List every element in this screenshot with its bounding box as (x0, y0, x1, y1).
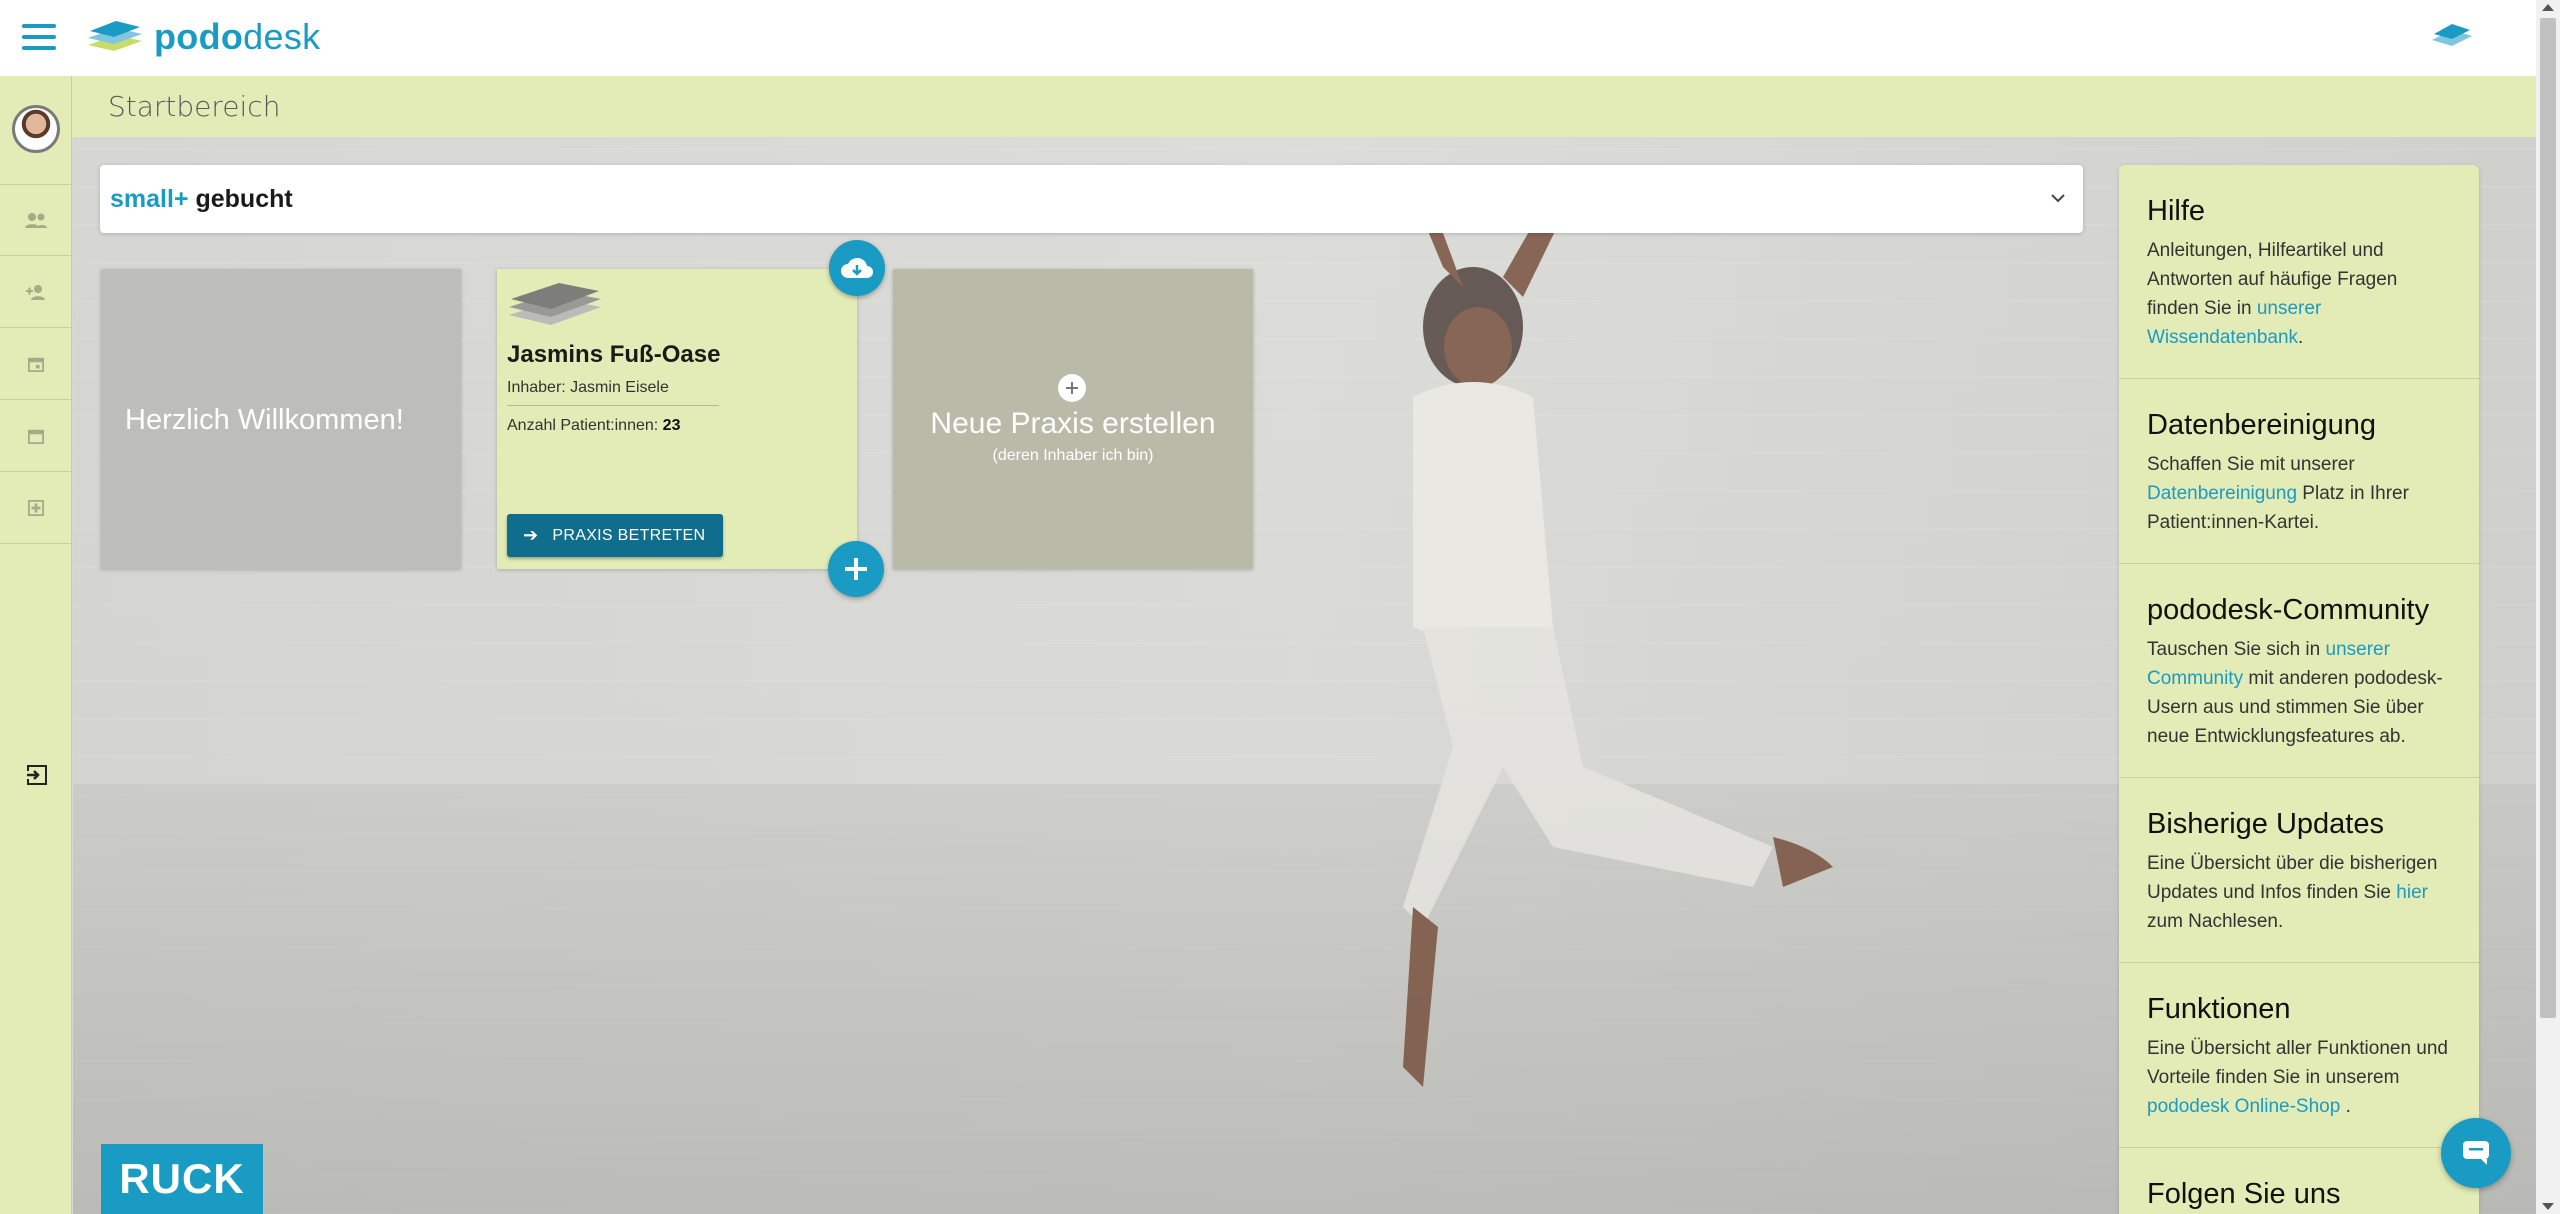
new-practice-title: Neue Praxis erstellen (930, 407, 1216, 440)
plus-icon (845, 558, 867, 580)
help-text: Eine Übersicht aller Funktionen und Vort… (2147, 1038, 2449, 1117)
rail-item-calendar[interactable] (0, 400, 72, 472)
ruck-logo-text: RUCK (119, 1155, 245, 1202)
menu-icon[interactable] (22, 24, 56, 50)
pododesk-small-logo-icon[interactable] (2430, 20, 2474, 55)
scrollbar-thumb[interactable] (2540, 18, 2556, 1018)
help-text: Schaffen Sie mit unserer Datenbereinigun… (2147, 454, 2409, 533)
logo-text: pododesk (154, 16, 321, 57)
ruck-logo[interactable]: RUCK (101, 1144, 263, 1214)
help-section-funktionen: Funktionen Eine Übersicht aller Funktion… (2119, 963, 2479, 1148)
cloud-download-button[interactable] (829, 240, 885, 296)
medical-plus-icon (28, 499, 44, 516)
welcome-card: Herzlich Willkommen! (101, 269, 461, 569)
help-title: Folgen Sie uns (2147, 1178, 2341, 1210)
logout-icon[interactable] (24, 762, 50, 788)
package-select[interactable]: small+ gebucht (100, 165, 2083, 233)
help-text: Tauschen Sie sich in unserer Community m… (2147, 639, 2443, 747)
pododesk-logo[interactable]: pododesk (84, 16, 320, 58)
top-bar: pododesk (0, 0, 2536, 76)
online-shop-link[interactable]: pododesk Online-Shop (2147, 1096, 2340, 1117)
chat-icon (2463, 1141, 2489, 1165)
welcome-text: Herzlich Willkommen! (125, 404, 404, 436)
page-title: Startbereich (108, 90, 281, 123)
avatar[interactable] (12, 105, 60, 153)
patients-icon (25, 213, 47, 228)
help-title: Funktionen (2147, 993, 2291, 1025)
add-patient-icon (26, 284, 45, 300)
help-title: Hilfe (2147, 195, 2206, 227)
help-panel: Hilfe Anleitungen, Hilfeartikel und Antw… (2119, 165, 2479, 1214)
chat-button[interactable] (2441, 1118, 2511, 1188)
rail-item-appointments[interactable] (0, 328, 72, 400)
practice-owner: Inhaber: Jasmin Eisele (507, 379, 669, 396)
rail-item-add-patient[interactable] (0, 256, 72, 328)
practice-logo-icon (509, 283, 601, 325)
jumping-woman-illustration (1403, 207, 1833, 1087)
new-practice-card[interactable]: Neue Praxis erstellen (deren Inhaber ich… (893, 269, 1253, 569)
help-section-datenbereinigung: Datenbereinigung Schaffen Sie mit unsere… (2119, 379, 2479, 564)
chevron-down-icon (2051, 194, 2065, 203)
enter-practice-button[interactable]: ➔ PRAXIS BETRETEN (507, 514, 724, 557)
practice-name: Jasmins Fuß-Oase (507, 341, 721, 368)
divider (507, 405, 719, 406)
help-title: Bisherige Updates (2147, 808, 2384, 840)
calendar-check-icon (28, 357, 44, 372)
practice-card[interactable]: Jasmins Fuß-Oase Inhaber: Jasmin Eisele … (497, 269, 857, 569)
rail-item-patients[interactable] (0, 184, 72, 256)
help-title: pododesk-Community (2147, 594, 2430, 626)
patient-count: Anzahl Patient:innen: 23 (507, 417, 681, 434)
help-section-folgen: Folgen Sie uns (2119, 1148, 2479, 1214)
updates-link[interactable]: hier (2396, 882, 2428, 903)
calendar-icon (28, 429, 44, 444)
arrow-right-icon: ➔ (523, 525, 539, 545)
plus-circle-icon (1058, 374, 1086, 402)
help-section-hilfe: Hilfe Anleitungen, Hilfeartikel und Antw… (2119, 165, 2479, 379)
help-section-community: pododesk-Community Tauschen Sie sich in … (2119, 564, 2479, 778)
cloud-download-icon (841, 257, 873, 278)
new-practice-subtitle: (deren Inhaber ich bin) (992, 447, 1154, 464)
add-practice-button[interactable] (828, 541, 884, 597)
help-text: Eine Übersicht über die bisherigen Updat… (2147, 853, 2438, 932)
help-section-updates: Bisherige Updates Eine Übersicht über di… (2119, 778, 2479, 963)
package-label: small+ gebucht (110, 185, 293, 213)
vertical-scrollbar[interactable] (2536, 0, 2560, 1214)
help-title: Datenbereinigung (2147, 409, 2376, 441)
data-cleanup-link[interactable]: Datenbereinigung (2147, 483, 2297, 504)
scroll-down-arrow[interactable] (2542, 1203, 2554, 1210)
left-rail (0, 76, 72, 1214)
subheader: Startbereich (72, 76, 2536, 151)
rail-item-medical[interactable] (0, 472, 72, 544)
pododesk-logo-icon (88, 21, 142, 51)
help-text: Anleitungen, Hilfeartikel und Antworten … (2147, 240, 2398, 348)
scroll-up-arrow[interactable] (2542, 4, 2554, 11)
